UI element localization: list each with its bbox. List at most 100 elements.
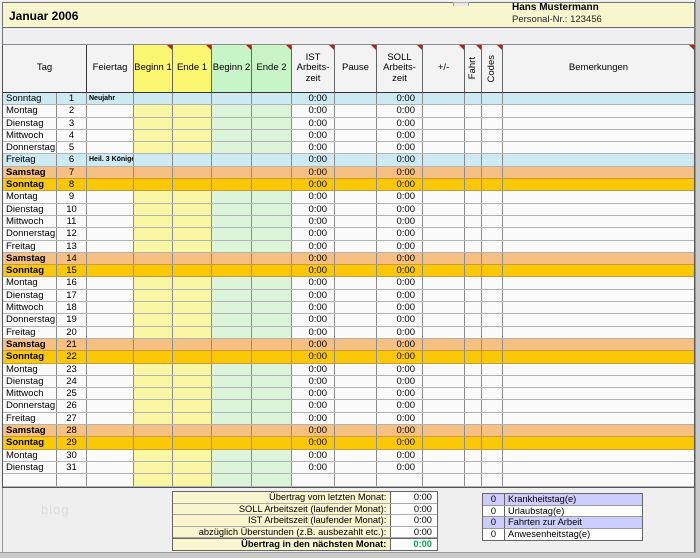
pause-input-cell[interactable] <box>335 474 377 485</box>
end1-input-cell[interactable] <box>173 179 212 190</box>
end2-input-cell[interactable] <box>252 327 292 338</box>
begin2-input-cell[interactable] <box>212 327 252 338</box>
begin1-input-cell[interactable] <box>134 388 173 399</box>
codes-input-cell[interactable] <box>482 253 503 264</box>
end1-input-cell[interactable] <box>173 474 212 485</box>
end1-input-cell[interactable] <box>173 400 212 411</box>
fahrt-input-cell[interactable] <box>465 265 482 276</box>
end1-input-cell[interactable] <box>173 425 212 436</box>
remarks-input-cell[interactable] <box>503 118 694 129</box>
pause-input-cell[interactable] <box>335 204 377 215</box>
end1-input-cell[interactable] <box>173 142 212 153</box>
pause-input-cell[interactable] <box>335 179 377 190</box>
pause-input-cell[interactable] <box>335 302 377 313</box>
begin2-input-cell[interactable] <box>212 474 252 485</box>
begin1-input-cell[interactable] <box>134 290 173 301</box>
codes-input-cell[interactable] <box>482 93 503 104</box>
begin1-input-cell[interactable] <box>134 167 173 178</box>
remarks-input-cell[interactable] <box>503 437 694 448</box>
begin1-input-cell[interactable] <box>134 204 173 215</box>
codes-input-cell[interactable] <box>482 314 503 325</box>
codes-input-cell[interactable] <box>482 142 503 153</box>
codes-input-cell[interactable] <box>482 302 503 313</box>
codes-input-cell[interactable] <box>482 204 503 215</box>
end2-input-cell[interactable] <box>252 450 292 461</box>
end1-input-cell[interactable] <box>173 204 212 215</box>
begin1-input-cell[interactable] <box>134 364 173 375</box>
remarks-input-cell[interactable] <box>503 204 694 215</box>
begin2-input-cell[interactable] <box>212 437 252 448</box>
begin2-input-cell[interactable] <box>212 388 252 399</box>
remarks-input-cell[interactable] <box>503 290 694 301</box>
remarks-input-cell[interactable] <box>503 351 694 362</box>
personnel-number[interactable]: Personal-Nr.: 123456 <box>512 14 602 25</box>
fahrt-input-cell[interactable] <box>465 302 482 313</box>
pause-input-cell[interactable] <box>335 277 377 288</box>
pause-input-cell[interactable] <box>335 142 377 153</box>
end2-input-cell[interactable] <box>252 130 292 141</box>
codes-input-cell[interactable] <box>482 364 503 375</box>
remarks-input-cell[interactable] <box>503 474 694 485</box>
fahrt-input-cell[interactable] <box>465 277 482 288</box>
end2-input-cell[interactable] <box>252 437 292 448</box>
remarks-input-cell[interactable] <box>503 265 694 276</box>
remarks-input-cell[interactable] <box>503 105 694 116</box>
end2-input-cell[interactable] <box>252 376 292 387</box>
codes-input-cell[interactable] <box>482 400 503 411</box>
end1-input-cell[interactable] <box>173 437 212 448</box>
end1-input-cell[interactable] <box>173 130 212 141</box>
begin1-input-cell[interactable] <box>134 253 173 264</box>
fahrt-input-cell[interactable] <box>465 339 482 350</box>
remarks-input-cell[interactable] <box>503 376 694 387</box>
codes-input-cell[interactable] <box>482 413 503 424</box>
end1-input-cell[interactable] <box>173 265 212 276</box>
end2-input-cell[interactable] <box>252 474 292 485</box>
pause-input-cell[interactable] <box>335 388 377 399</box>
begin2-input-cell[interactable] <box>212 290 252 301</box>
end2-input-cell[interactable] <box>252 314 292 325</box>
begin2-input-cell[interactable] <box>212 253 252 264</box>
codes-input-cell[interactable] <box>482 241 503 252</box>
pause-input-cell[interactable] <box>335 265 377 276</box>
end1-input-cell[interactable] <box>173 339 212 350</box>
end2-input-cell[interactable] <box>252 351 292 362</box>
remarks-input-cell[interactable] <box>503 253 694 264</box>
end1-input-cell[interactable] <box>173 314 212 325</box>
remarks-input-cell[interactable] <box>503 400 694 411</box>
end2-input-cell[interactable] <box>252 93 292 104</box>
fahrt-input-cell[interactable] <box>465 118 482 129</box>
begin1-input-cell[interactable] <box>134 327 173 338</box>
pause-input-cell[interactable] <box>335 450 377 461</box>
begin2-input-cell[interactable] <box>212 142 252 153</box>
pause-input-cell[interactable] <box>335 154 377 165</box>
begin2-input-cell[interactable] <box>212 277 252 288</box>
end2-input-cell[interactable] <box>252 228 292 239</box>
end2-input-cell[interactable] <box>252 191 292 202</box>
begin2-input-cell[interactable] <box>212 364 252 375</box>
end2-input-cell[interactable] <box>252 413 292 424</box>
end1-input-cell[interactable] <box>173 167 212 178</box>
codes-input-cell[interactable] <box>482 376 503 387</box>
begin2-input-cell[interactable] <box>212 204 252 215</box>
begin2-input-cell[interactable] <box>212 93 252 104</box>
pause-input-cell[interactable] <box>335 425 377 436</box>
begin1-input-cell[interactable] <box>134 216 173 227</box>
codes-input-cell[interactable] <box>482 105 503 116</box>
begin1-input-cell[interactable] <box>134 474 173 485</box>
fahrt-input-cell[interactable] <box>465 228 482 239</box>
end2-input-cell[interactable] <box>252 290 292 301</box>
begin1-input-cell[interactable] <box>134 241 173 252</box>
begin1-input-cell[interactable] <box>134 314 173 325</box>
pause-input-cell[interactable] <box>335 462 377 473</box>
fahrt-input-cell[interactable] <box>465 364 482 375</box>
fahrt-input-cell[interactable] <box>465 462 482 473</box>
end1-input-cell[interactable] <box>173 351 212 362</box>
remarks-input-cell[interactable] <box>503 462 694 473</box>
begin1-input-cell[interactable] <box>134 302 173 313</box>
end1-input-cell[interactable] <box>173 302 212 313</box>
begin2-input-cell[interactable] <box>212 216 252 227</box>
begin2-input-cell[interactable] <box>212 118 252 129</box>
pause-input-cell[interactable] <box>335 290 377 301</box>
end2-input-cell[interactable] <box>252 277 292 288</box>
end1-input-cell[interactable] <box>173 364 212 375</box>
